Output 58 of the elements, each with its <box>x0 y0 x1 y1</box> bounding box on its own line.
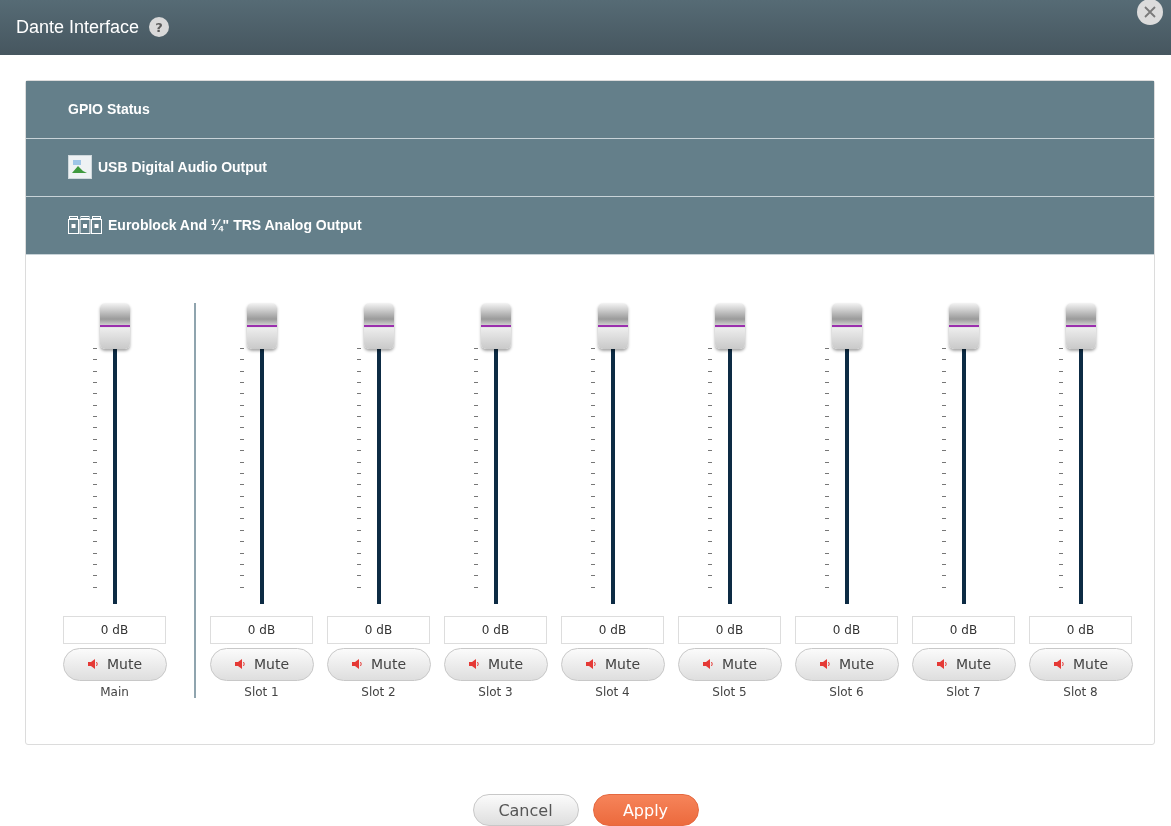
gain-field[interactable]: 0 dB <box>561 615 664 644</box>
fader-handle[interactable] <box>831 302 862 349</box>
connector-icon <box>68 216 102 235</box>
channel-label: Slot 1 <box>244 684 279 699</box>
fader-handle[interactable] <box>246 302 277 349</box>
gain-field[interactable]: 0 dB <box>912 615 1015 644</box>
gain-field[interactable]: 0 dB <box>1029 615 1132 644</box>
section-title: Euroblock And ¼" TRS Analog Output <box>108 217 362 234</box>
channel-label: Main <box>100 684 129 699</box>
speaker-icon <box>935 658 948 671</box>
section-header[interactable]: USB Digital Audio Output <box>26 138 1154 197</box>
channel-label: Slot 6 <box>829 684 864 699</box>
cancel-button[interactable]: Cancel <box>472 794 579 826</box>
gain-field[interactable]: 0 dB <box>444 615 547 644</box>
mute-button[interactable]: Mute <box>560 647 665 681</box>
gain-field[interactable]: 0 dB <box>795 615 898 644</box>
mute-button[interactable]: Mute <box>443 647 548 681</box>
fader-handle[interactable] <box>948 302 979 349</box>
speaker-icon <box>1052 658 1065 671</box>
speaker-icon <box>584 658 597 671</box>
fader-handle[interactable] <box>363 302 394 349</box>
channel-label: Slot 7 <box>946 684 981 699</box>
fader-handle[interactable] <box>714 302 745 349</box>
gain-field[interactable]: 0 dB <box>678 615 781 644</box>
section-title: USB Digital Audio Output <box>98 159 267 176</box>
channel-label: Slot 2 <box>361 684 396 699</box>
fader-handle[interactable] <box>1065 302 1096 349</box>
mute-button[interactable]: Mute <box>326 647 431 681</box>
section-header[interactable]: GPIO Status <box>26 80 1154 139</box>
mute-button[interactable]: Mute <box>209 647 314 681</box>
speaker-icon <box>86 658 99 671</box>
channel-label: Slot 5 <box>712 684 747 699</box>
channel-label: Slot 3 <box>478 684 513 699</box>
help-icon[interactable]: ? <box>149 17 170 38</box>
channel-label: Slot 8 <box>1063 684 1098 699</box>
mute-button[interactable]: Mute <box>1028 647 1133 681</box>
speaker-icon <box>818 658 831 671</box>
section-header[interactable]: Euroblock And ¼" TRS Analog Output <box>26 196 1154 255</box>
fader-handle[interactable] <box>597 302 628 349</box>
mute-button[interactable]: Mute <box>911 647 1016 681</box>
broken-image-icon <box>68 155 92 180</box>
speaker-icon <box>467 658 480 671</box>
gain-field[interactable]: 0 dB <box>63 615 166 644</box>
speaker-icon <box>701 658 714 671</box>
section-title: GPIO Status <box>68 101 150 118</box>
window-title: Dante Interface <box>16 16 140 38</box>
fader-handle[interactable] <box>99 302 130 349</box>
mute-button[interactable]: Mute <box>62 647 167 681</box>
close-button[interactable] <box>1137 0 1163 26</box>
speaker-icon <box>350 658 363 671</box>
close-icon <box>1144 6 1156 19</box>
mute-button[interactable]: Mute <box>794 647 899 681</box>
speaker-icon <box>233 658 246 671</box>
channel-label: Slot 4 <box>595 684 630 699</box>
fader-handle[interactable] <box>480 302 511 349</box>
gain-field[interactable]: 0 dB <box>327 615 430 644</box>
mute-button[interactable]: Mute <box>677 647 782 681</box>
gain-field[interactable]: 0 dB <box>210 615 313 644</box>
